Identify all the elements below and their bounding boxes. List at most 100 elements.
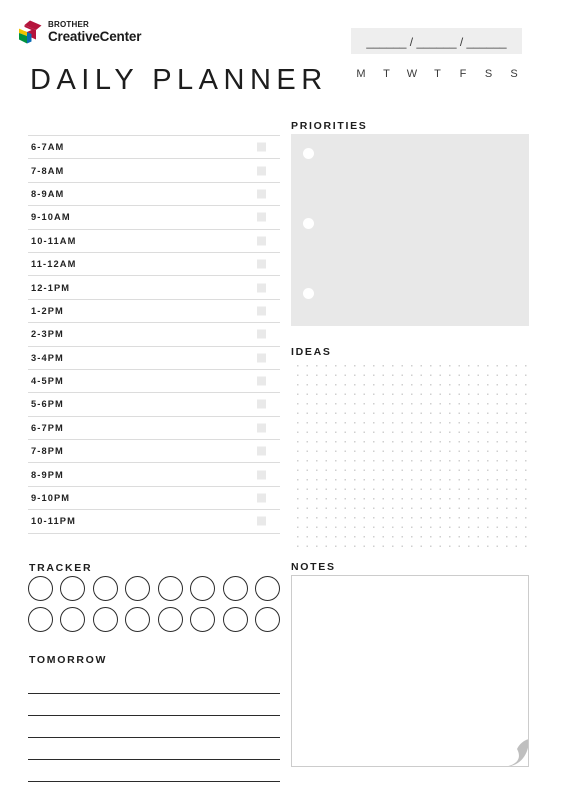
brand-line-creativecenter: CreativeCenter [48,28,142,44]
tracker-heading: TRACKER [29,562,93,574]
schedule-slot[interactable]: 10-11AM [28,230,280,253]
tracker-circle[interactable] [157,607,183,632]
tomorrow-heading: TOMORROW [29,654,108,666]
ideas-dot-grid-panel[interactable] [291,359,529,549]
weekday-sunday[interactable]: S [508,68,520,80]
tomorrow-write-line[interactable] [28,694,280,716]
tomorrow-lines [28,672,280,782]
schedule-slot-label: 10-11AM [31,235,77,246]
date-field[interactable]: ______ / ______ / ______ [351,28,522,54]
schedule-slot[interactable]: 1-2PM [28,300,280,324]
schedule-slot-checkbox[interactable] [257,189,266,199]
schedule-slot[interactable]: 11-12AM [28,253,280,277]
tracker-circle[interactable] [125,607,151,632]
schedule-slot-label: 9-10PM [31,493,71,504]
weekday-friday[interactable]: F [457,68,469,80]
tracker-row [28,607,280,632]
tracker-circle[interactable] [92,607,118,632]
schedule-slot[interactable]: 6-7AM [28,136,280,160]
schedule-slot-label: 3-4PM [31,352,64,363]
schedule-slot-label: 8-9AM [31,188,65,199]
schedule-slot-checkbox[interactable] [257,259,266,269]
tracker-circle[interactable] [28,607,53,632]
brother-creativecenter-logo: BROTHER CreativeCenter [17,19,141,45]
notes-heading: NOTES [291,561,336,573]
schedule-slot-checkbox[interactable] [257,376,266,386]
tracker-circle[interactable] [254,607,280,632]
tracker-circle[interactable] [92,576,118,601]
tracker-row [28,576,280,601]
schedule-slot[interactable]: 6-7PM [28,417,280,441]
schedule-slot-label: 10-11PM [31,516,76,527]
tracker-circle[interactable] [28,576,53,601]
priorities-heading: PRIORITIES [291,120,368,132]
tracker-circle[interactable] [190,576,216,601]
tracker-circle[interactable] [125,576,151,601]
notes-panel[interactable] [291,575,529,767]
priorities-panel[interactable] [291,134,529,326]
weekday-thursday[interactable]: T [432,68,444,80]
schedule-slot-checkbox[interactable] [257,329,266,339]
schedule-slot-label: 8-9PM [31,469,64,480]
weekday-saturday[interactable]: S [483,68,495,80]
tomorrow-write-line[interactable] [28,672,280,694]
schedule-slot-label: 4-5PM [31,376,64,387]
priority-bullet[interactable] [303,148,314,159]
priority-bullet[interactable] [303,288,314,299]
schedule-slot-checkbox[interactable] [257,306,266,316]
weekday-monday[interactable]: M [355,68,367,80]
schedule-slot[interactable]: 5-6PM [28,393,280,417]
schedule-slot-checkbox[interactable] [257,353,266,363]
brother-diamond-logo-icon [17,19,43,45]
ideas-heading: IDEAS [291,346,332,358]
weekday-tuesday[interactable]: T [381,68,393,80]
schedule-slot-checkbox[interactable] [257,493,266,503]
schedule-slot-checkbox[interactable] [257,423,266,433]
tracker-circle[interactable] [222,576,248,601]
date-field-value: ______ / ______ / ______ [366,35,507,49]
schedule-slot-checkbox[interactable] [257,212,266,222]
schedule-slot-label: 5-6PM [31,399,64,410]
weekday-wednesday[interactable]: W [406,68,418,80]
schedule-list: 6-7AM 7-8AM 8-9AM 9-10AM 10-11AM 11-12AM 12-1P… [28,135,280,534]
schedule-slot-checkbox[interactable] [257,142,266,152]
priority-bullet[interactable] [303,218,314,229]
tomorrow-write-line[interactable] [28,738,280,760]
schedule-slot[interactable]: 8-9AM [28,183,280,207]
tracker-circle[interactable] [254,576,280,601]
schedule-slot[interactable]: 12-1PM [28,276,280,300]
tracker-circle[interactable] [190,607,216,632]
schedule-slot[interactable]: 10-11PM [28,510,280,534]
page-title: DAILY PLANNER [30,64,328,96]
schedule-slot[interactable]: 3-4PM [28,347,280,370]
tracker-circle[interactable] [222,607,248,632]
schedule-slot-label: 1-2PM [31,305,64,316]
schedule-slot[interactable]: 2-3PM [28,323,280,347]
schedule-slot-label: 6-7AM [31,142,65,153]
brand-line-brother: BROTHER [48,19,89,29]
brand-wordmark: BROTHER CreativeCenter [48,19,142,44]
schedule-slot-checkbox[interactable] [257,516,266,526]
schedule-slot-checkbox[interactable] [257,283,266,293]
schedule-slot[interactable]: 9-10AM [28,206,280,230]
schedule-slot-checkbox[interactable] [257,166,266,176]
schedule-slot[interactable]: 9-10PM [28,487,280,511]
schedule-slot[interactable]: 7-8AM [28,159,280,183]
schedule-slot-label: 7-8AM [31,165,65,176]
schedule-slot-checkbox[interactable] [257,399,266,409]
tracker-grid [28,576,280,632]
tracker-circle[interactable] [157,576,183,601]
schedule-slot-label: 11-12AM [31,259,77,270]
schedule-slot[interactable]: 7-8PM [28,440,280,464]
schedule-slot[interactable]: 4-5PM [28,370,280,394]
tomorrow-write-line[interactable] [28,716,280,738]
schedule-slot[interactable]: 8-9PM [28,463,280,487]
schedule-slot-label: 6-7PM [31,422,64,433]
tomorrow-write-line[interactable] [28,760,280,782]
schedule-slot-checkbox[interactable] [257,470,266,480]
tracker-circle[interactable] [60,576,86,601]
tracker-circle[interactable] [60,607,86,632]
schedule-slot-checkbox[interactable] [257,446,266,456]
schedule-slot-label: 9-10AM [31,212,71,223]
schedule-slot-checkbox[interactable] [257,236,266,246]
